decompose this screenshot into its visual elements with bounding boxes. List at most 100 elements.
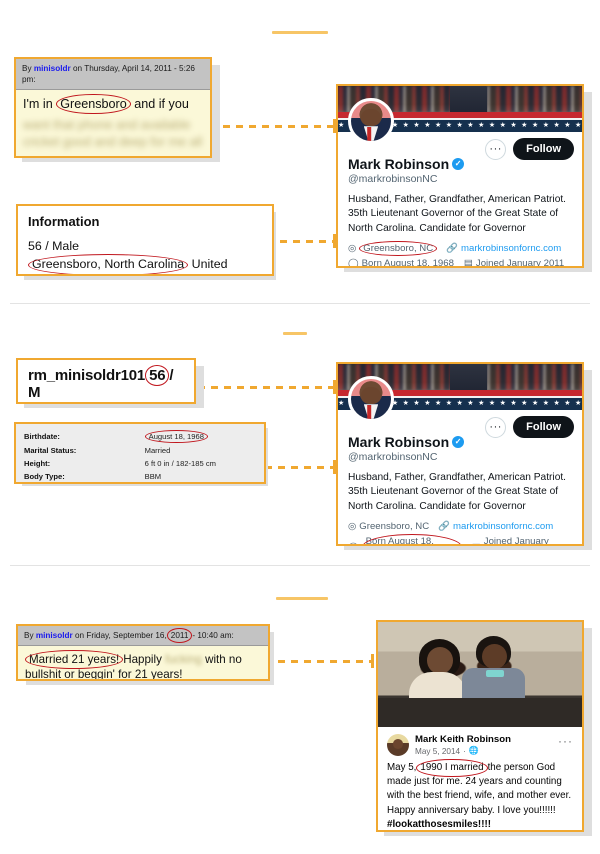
display-name-text: Mark Robinson bbox=[348, 156, 450, 172]
stat-value: 6 ft 0 in / 182-185 cm bbox=[144, 458, 216, 468]
forum-post-location: By minisoldr on Thursday, April 14, 2011… bbox=[14, 57, 212, 158]
facebook-post-header: Mark Keith Robinson May 5, 2014 · 🌐 ··· bbox=[378, 727, 582, 759]
follow-button-2[interactable]: Follow bbox=[513, 416, 574, 438]
forum-username[interactable]: minisoldr bbox=[34, 64, 71, 73]
twitter-profile-card-2: ★★★★★★★★★★★★★★★★★★★★★★★★★ ··· Follow Mar… bbox=[336, 362, 584, 546]
avatar-face bbox=[361, 109, 381, 126]
avatar-2[interactable] bbox=[348, 376, 394, 422]
twitter-handle-2: @markrobinsonNC bbox=[348, 451, 438, 463]
connector-username-to-twitter-2 bbox=[198, 386, 335, 389]
joined-date-1: Joined January 2011 bbox=[475, 258, 565, 268]
profile-stats-panel: Birthdate: August 18, 1968 Marital Statu… bbox=[14, 422, 266, 484]
forum-text-after-1: Happily bbox=[123, 653, 162, 667]
meta-location-1: ◎ Greensboro, NC bbox=[348, 241, 438, 257]
forum-post-header-1: By minisoldr on Thursday, April 14, 2011… bbox=[16, 59, 210, 91]
follow-button-1[interactable]: Follow bbox=[513, 138, 574, 160]
redacted-word: fucking bbox=[165, 653, 202, 667]
facebook-hashtag[interactable]: #lookatthosesmiles!!!! bbox=[387, 818, 573, 830]
calendar-icon: ▤ bbox=[463, 258, 473, 268]
verified-badge-icon: ✓ bbox=[452, 158, 465, 170]
meta-location-2: ◎ Greensboro, NC bbox=[348, 521, 429, 532]
facebook-post-date: May 5, 2014 bbox=[415, 746, 461, 756]
photo-person-right-face bbox=[482, 644, 507, 670]
meta-website-2[interactable]: 🔗 markrobinsonfornc.com bbox=[438, 521, 553, 532]
wedding-photo bbox=[378, 622, 582, 727]
connector-info-to-twitter-1 bbox=[280, 240, 335, 243]
avatar-shirt bbox=[363, 126, 379, 141]
connector-stub-right-3 bbox=[371, 654, 374, 668]
facebook-author-name[interactable]: Mark Keith Robinson bbox=[415, 734, 511, 745]
table-row: Height: 6 ft 0 in / 182-185 cm bbox=[24, 457, 256, 470]
forum-by-label: By bbox=[22, 64, 32, 73]
forum-post-header-3: By minisoldr on Friday, September 16, 201… bbox=[18, 626, 268, 647]
calendar-icon: ▤ bbox=[472, 543, 481, 544]
username-prefix: rm_minisoldr101 bbox=[28, 367, 146, 384]
facebook-avatar[interactable] bbox=[387, 734, 409, 756]
more-options-button-2[interactable]: ··· bbox=[485, 416, 507, 438]
joined-date-2: Joined January 2011 bbox=[483, 536, 549, 546]
forum-timestamp: on Friday, September 16, bbox=[74, 631, 167, 640]
forum-post-body-3: Married 21 years! Happily fucking with no… bbox=[18, 646, 268, 679]
stat-value: August 18, 1968 bbox=[144, 430, 256, 444]
stat-key: Birthdate: bbox=[24, 432, 60, 442]
annotation-circle-location-1: Greensboro, NC bbox=[359, 241, 438, 257]
annotation-circle-greensboro-nc: Greensboro, North Carolina bbox=[28, 253, 189, 274]
meta-born-joined-1: ◯ Born August 18, 1968 ▤ Joined January … bbox=[348, 258, 572, 268]
info-age-gender: 56 / Male bbox=[28, 239, 79, 253]
location-pin-icon: ◎ bbox=[348, 521, 357, 533]
twitter-handle-1: @markrobinsonNC bbox=[348, 173, 438, 185]
section-divider-2 bbox=[10, 565, 590, 566]
redacted-block-1: want that phone and available cricket go… bbox=[23, 117, 203, 150]
twitter-bio-2: Husband, Father, Grandfather, American P… bbox=[348, 472, 567, 512]
section-marker-top bbox=[272, 31, 328, 34]
facebook-author-block: Mark Keith Robinson May 5, 2014 · 🌐 bbox=[415, 734, 511, 756]
more-options-icon[interactable]: ··· bbox=[558, 734, 573, 748]
annotation-circle-birthdate: August 18, 1968 bbox=[144, 430, 209, 444]
forum-text-before: I'm in bbox=[23, 97, 53, 112]
avatar-face bbox=[392, 738, 404, 749]
section-divider-1 bbox=[10, 303, 590, 304]
forum-post-marriage: By minisoldr on Friday, September 16, 201… bbox=[16, 624, 270, 681]
display-name-text: Mark Robinson bbox=[348, 434, 450, 450]
stat-key: Height: bbox=[24, 458, 51, 468]
twitter-bio-1: Husband, Father, Grandfather, American P… bbox=[348, 194, 567, 234]
avatar-tie bbox=[367, 127, 371, 141]
table-row: Birthdate: August 18, 1968 bbox=[24, 430, 256, 444]
annotation-circle-age-56: 56 bbox=[145, 365, 170, 386]
photo-bow-tie bbox=[486, 670, 505, 677]
globe-privacy-icon: 🌐 bbox=[468, 746, 479, 755]
avatar-1[interactable] bbox=[348, 98, 394, 144]
annotation-circle-born-date: Born August 18, 1968 bbox=[361, 534, 462, 544]
born-date-1: Born August 18, 1968 bbox=[361, 258, 454, 268]
avatar-shirt bbox=[363, 404, 379, 419]
avatar-face bbox=[361, 387, 381, 404]
forum-username[interactable]: minisoldr bbox=[36, 631, 73, 640]
meta-website-1[interactable]: 🔗 markrobinsonfornc.com bbox=[446, 243, 561, 254]
forum-text-after: and if you bbox=[134, 97, 189, 112]
more-options-button-1[interactable]: ··· bbox=[485, 138, 507, 160]
balloon-icon: ◯ bbox=[348, 258, 359, 268]
stat-key: Marital Status: bbox=[24, 445, 77, 455]
redacted-line: all bbox=[189, 134, 203, 149]
twitter-meta-1: ◎ Greensboro, NC 🔗 markrobinsonfornc.com… bbox=[348, 241, 572, 268]
stats-table: Birthdate: August 18, 1968 Marital Statu… bbox=[24, 430, 256, 482]
verified-badge-icon: ✓ bbox=[452, 436, 465, 448]
connector-forum-to-facebook bbox=[278, 660, 373, 663]
redacted-line: cricket good and deep for me bbox=[23, 134, 187, 149]
link-icon: 🔗 bbox=[446, 243, 458, 255]
balloon-icon: ◯ bbox=[348, 543, 359, 544]
facebook-post-text: May 5, 1990 I married the person God made … bbox=[378, 758, 582, 830]
forum-time: - 10:40 am: bbox=[192, 631, 234, 640]
location-text-2: Greensboro, NC bbox=[359, 521, 430, 533]
twitter-profile-card-1: ★★★★★★★★★★★★★★★★★★★★★★★★★ ··· Follow Mar… bbox=[336, 84, 584, 268]
website-link-1[interactable]: markrobinsonfornc.com bbox=[461, 243, 561, 254]
section-marker-2 bbox=[283, 332, 307, 335]
connector-stats-to-twitter-2 bbox=[265, 466, 335, 469]
stat-key: Body Type: bbox=[24, 472, 65, 482]
connector-forum-to-twitter-1 bbox=[210, 125, 335, 128]
link-icon: 🔗 bbox=[438, 521, 450, 533]
profile-information-panel: Information 56 / Male Greensboro, North … bbox=[16, 204, 274, 276]
website-link-2[interactable]: markrobinsonfornc.com bbox=[453, 521, 553, 532]
facebook-post-card: Mark Keith Robinson May 5, 2014 · 🌐 ··· … bbox=[376, 620, 584, 832]
forum-post-body-1: I'm in Greensboro and if you want that p… bbox=[16, 90, 210, 156]
